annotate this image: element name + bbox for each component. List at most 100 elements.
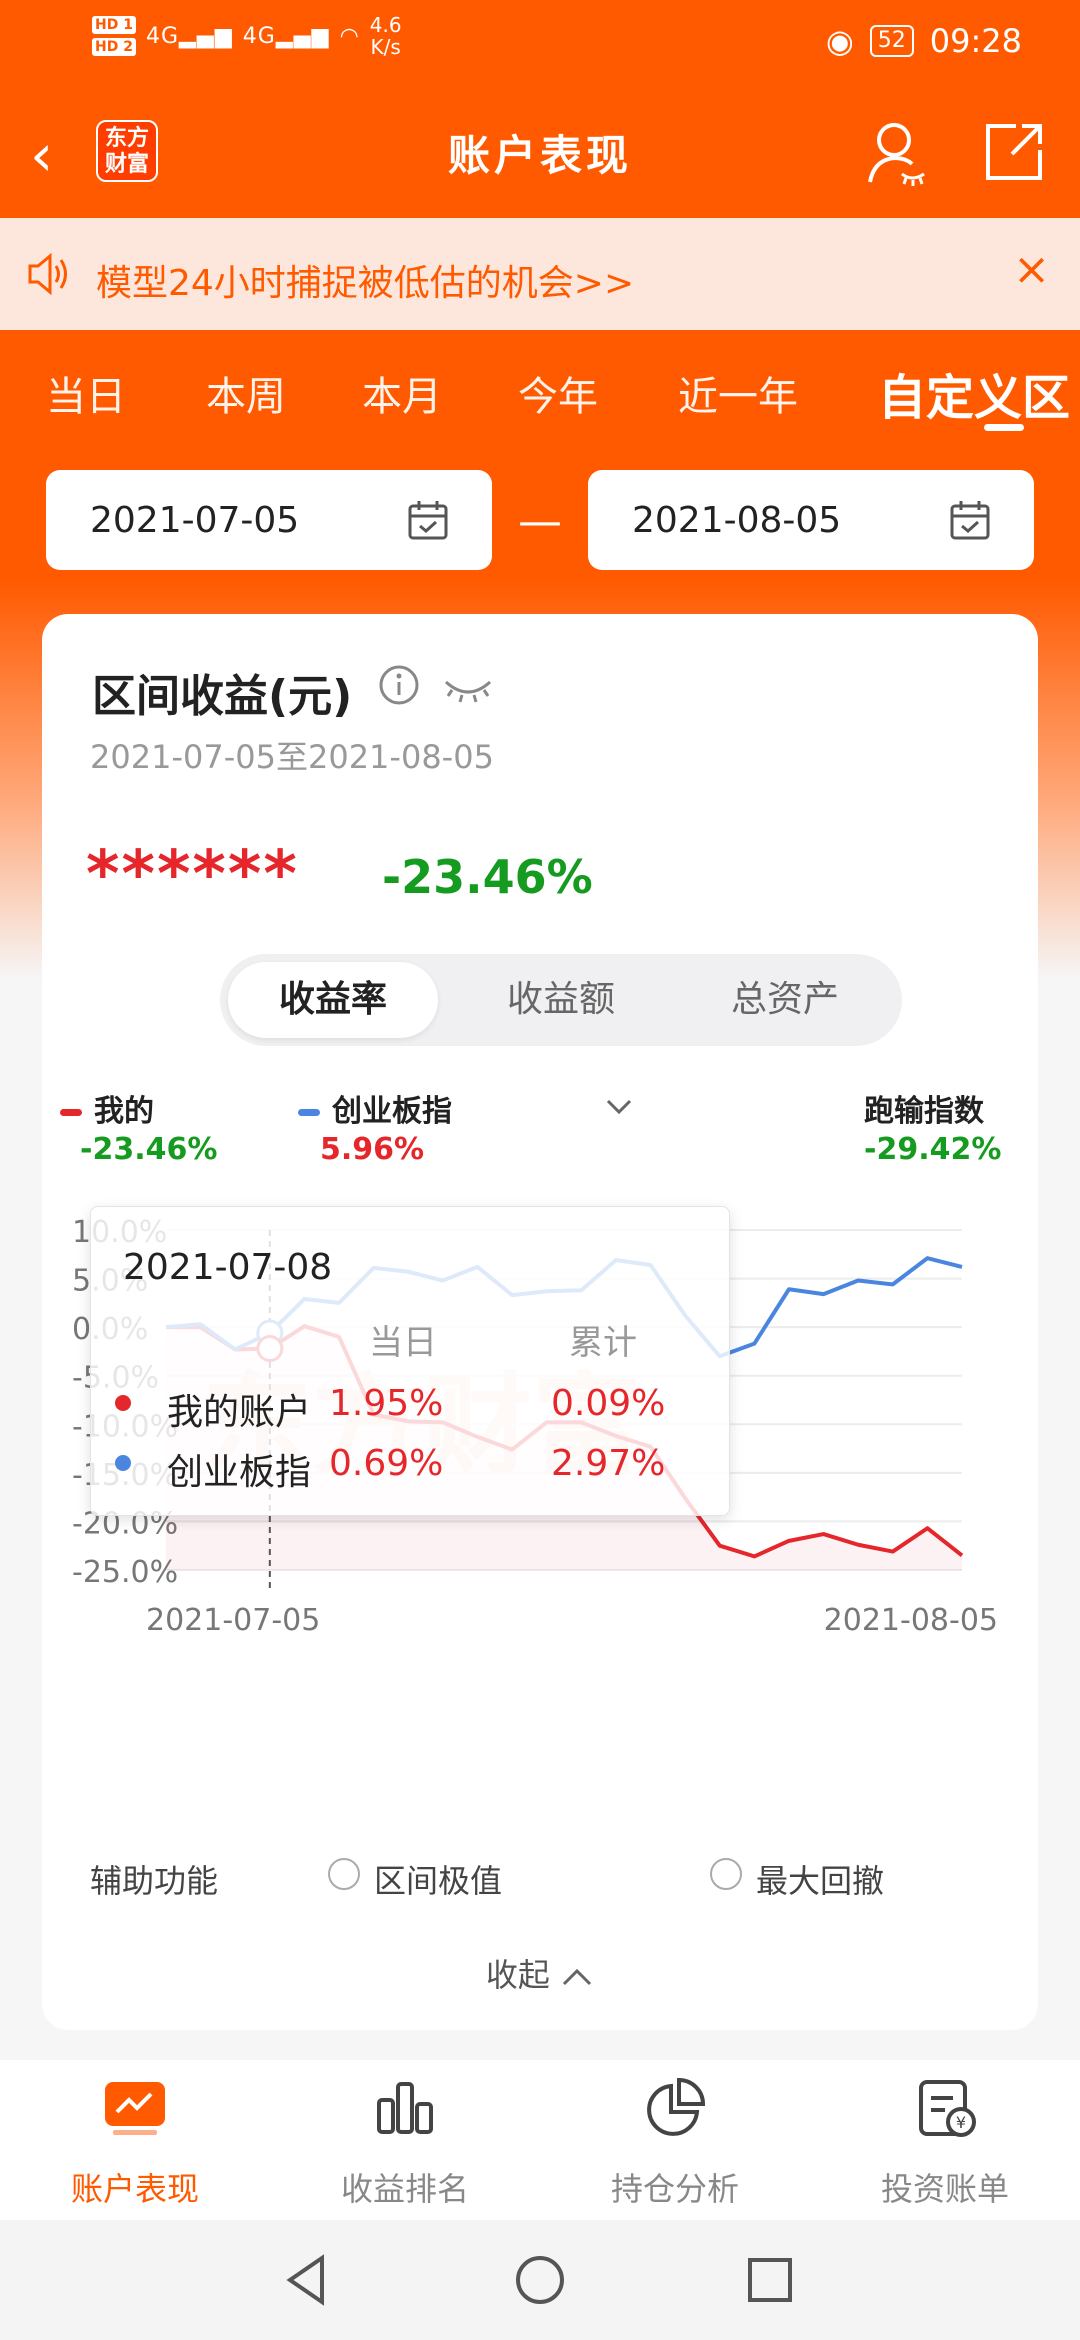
tooltip-date: 2021-07-08: [123, 1247, 333, 1288]
nav-label: 账户表现: [70, 2170, 199, 2208]
legend-index[interactable]: 创业板指: [298, 1086, 452, 1130]
clock: 09:28: [929, 22, 1022, 60]
collapse-button[interactable]: 收起: [42, 1950, 1038, 1996]
app-header: ‹ 东方 财富 账户表现: [0, 100, 1080, 218]
recents-square-icon[interactable]: [740, 2250, 800, 2310]
share-icon[interactable]: [982, 120, 1046, 184]
chart-tooltip: 2021-07-08 当日 累计 我的账户 1.95% 0.09% 创业板指 0…: [90, 1206, 730, 1516]
return-rate: -23.46%: [382, 850, 593, 904]
status-bar: HD 1 HD 2 4G▂▄▆ 4G▂▄▆ ◠ 4.6 K/s ◉ 52 09:…: [0, 0, 1080, 86]
user-icon[interactable]: [866, 118, 930, 188]
status-left: HD 1 HD 2 4G▂▄▆ 4G▂▄▆ ◠ 4.6 K/s: [92, 14, 402, 58]
tab-year[interactable]: 今年: [518, 364, 598, 422]
x-end-label: 2021-08-05: [824, 1603, 998, 1638]
tab-week[interactable]: 本周: [206, 364, 286, 422]
bottom-nav: 账户表现 收益排名 持仓分析 ¥ 投资账单: [0, 2060, 1080, 2220]
legend-index-value: 5.96%: [320, 1132, 425, 1167]
hd2-badge: HD 2: [92, 38, 136, 56]
close-icon[interactable]: ×: [1013, 244, 1050, 295]
aux-label: 辅助功能: [90, 1862, 219, 1900]
pie-chart-icon: [647, 2077, 706, 2136]
calendar-icon: [408, 501, 448, 540]
speed-value: 4.6: [369, 13, 402, 37]
end-date-picker[interactable]: 2021-08-05: [588, 470, 1034, 570]
card-title: 区间收益(元): [92, 671, 353, 722]
home-circle-icon[interactable]: [510, 2250, 570, 2310]
performance-card: 区间收益(元) 2021-07-05至2021-08-05 ****** -23…: [42, 614, 1038, 2030]
nav-label: 持仓分析: [610, 2170, 739, 2208]
tooltip-row-index: 创业板指 0.69% 2.97%: [91, 1439, 731, 1493]
tooltip-row-mine: 我的账户 1.95% 0.09%: [91, 1379, 731, 1433]
nav-ranking[interactable]: 收益排名: [270, 2060, 540, 2220]
nav-account-performance[interactable]: 账户表现: [0, 2060, 270, 2220]
tab-today[interactable]: 当日: [46, 364, 126, 422]
bar-chart-icon: [377, 2082, 433, 2134]
legend-underperform-value: -29.42%: [864, 1132, 1002, 1167]
system-nav-bar: [0, 2220, 1080, 2340]
collapse-label: 收起: [485, 1956, 550, 1994]
range-extreme-label[interactable]: 区间极值: [374, 1856, 502, 1902]
y-tick-label: -25.0%: [72, 1555, 178, 1590]
radio-range-extreme[interactable]: [328, 1858, 360, 1890]
x-start-label: 2021-07-05: [146, 1603, 320, 1638]
nav-holdings[interactable]: 持仓分析: [540, 2060, 810, 2220]
svg-text:¥: ¥: [956, 2113, 966, 2132]
radio-max-drawdown[interactable]: [710, 1858, 742, 1890]
promo-banner[interactable]: 模型24小时捕捉被低估的机会>> ×: [0, 218, 1080, 330]
legend-underperform: 跑输指数: [864, 1094, 984, 1129]
network-speed: 4.6 K/s: [370, 14, 402, 58]
signal1-label: 4G: [145, 23, 179, 49]
tab-custom[interactable]: 自定义区: [878, 358, 1070, 428]
metric-segmented-control: 收益率 收益额 总资产: [220, 954, 902, 1046]
legend-mine-swatch: [60, 1109, 82, 1116]
tooltip-mine-total: 0.09%: [551, 1383, 666, 1424]
segment-return-rate[interactable]: 收益率: [228, 962, 438, 1038]
end-date: 2021-08-05: [632, 500, 842, 541]
banner-text[interactable]: 模型24小时捕捉被低估的机会>>: [96, 254, 634, 306]
nav-statement[interactable]: ¥ 投资账单: [810, 2060, 1080, 2220]
tooltip-dot-mine: [115, 1395, 131, 1411]
eye-hidden-icon[interactable]: [442, 674, 494, 704]
period-tabs: 当日 本周 本月 今年 近一年 自定义区: [0, 330, 1080, 440]
tooltip-col-total: 累计: [569, 1323, 637, 1363]
tooltip-name-mine: 我的账户: [167, 1392, 312, 1433]
tooltip-index-total: 2.97%: [551, 1443, 666, 1484]
start-date-picker[interactable]: 2021-07-05: [46, 470, 492, 570]
tab-month[interactable]: 本月: [362, 364, 442, 422]
signal-icon: 4G▂▄▆: [145, 23, 233, 49]
segment-total-assets[interactable]: 总资产: [680, 962, 890, 1038]
eye-comfort-icon: ◉: [825, 22, 854, 60]
tooltip-name-index: 创业板指: [167, 1452, 312, 1493]
chevron-down-icon[interactable]: [604, 1096, 634, 1116]
performance-chart-icon: [105, 2082, 165, 2135]
back-triangle-icon[interactable]: [278, 2250, 338, 2310]
tab-indicator: [984, 424, 1024, 431]
bill-icon: ¥: [919, 2080, 976, 2137]
legend-mine-value: -23.46%: [80, 1132, 218, 1167]
tooltip-dot-index: [115, 1455, 131, 1471]
segment-return-amount[interactable]: 收益额: [456, 962, 666, 1038]
hd1-badge: HD 1: [92, 16, 136, 34]
tooltip-col-day: 当日: [369, 1323, 437, 1363]
info-icon[interactable]: [378, 664, 420, 706]
chevron-up-icon: [563, 1968, 592, 1986]
max-drawdown-label[interactable]: 最大回撤: [756, 1856, 884, 1902]
signal2-label: 4G: [242, 23, 276, 49]
wifi-icon: ◠: [339, 23, 360, 49]
legend-mine: 我的: [60, 1086, 154, 1130]
tooltip-mine-day: 1.95%: [329, 1383, 444, 1424]
status-right: ◉ 52 09:28: [826, 22, 1022, 60]
signal2-icon: 4G▂▄▆: [242, 23, 330, 49]
legend-index-swatch: [298, 1109, 320, 1116]
calendar-icon: [950, 501, 990, 540]
masked-amount: ******: [86, 838, 299, 912]
date-separator: —: [518, 496, 562, 547]
nav-label: 收益排名: [340, 2170, 469, 2208]
battery-icon: 52: [869, 25, 914, 57]
tab-last-year[interactable]: 近一年: [678, 364, 798, 422]
date-range-subtitle: 2021-07-05至2021-08-05: [90, 738, 494, 776]
tooltip-index-day: 0.69%: [329, 1443, 444, 1484]
speaker-icon: [28, 252, 67, 296]
legend-mine-label: 我的: [94, 1094, 154, 1129]
legend-index-label[interactable]: 创业板指: [332, 1094, 452, 1129]
